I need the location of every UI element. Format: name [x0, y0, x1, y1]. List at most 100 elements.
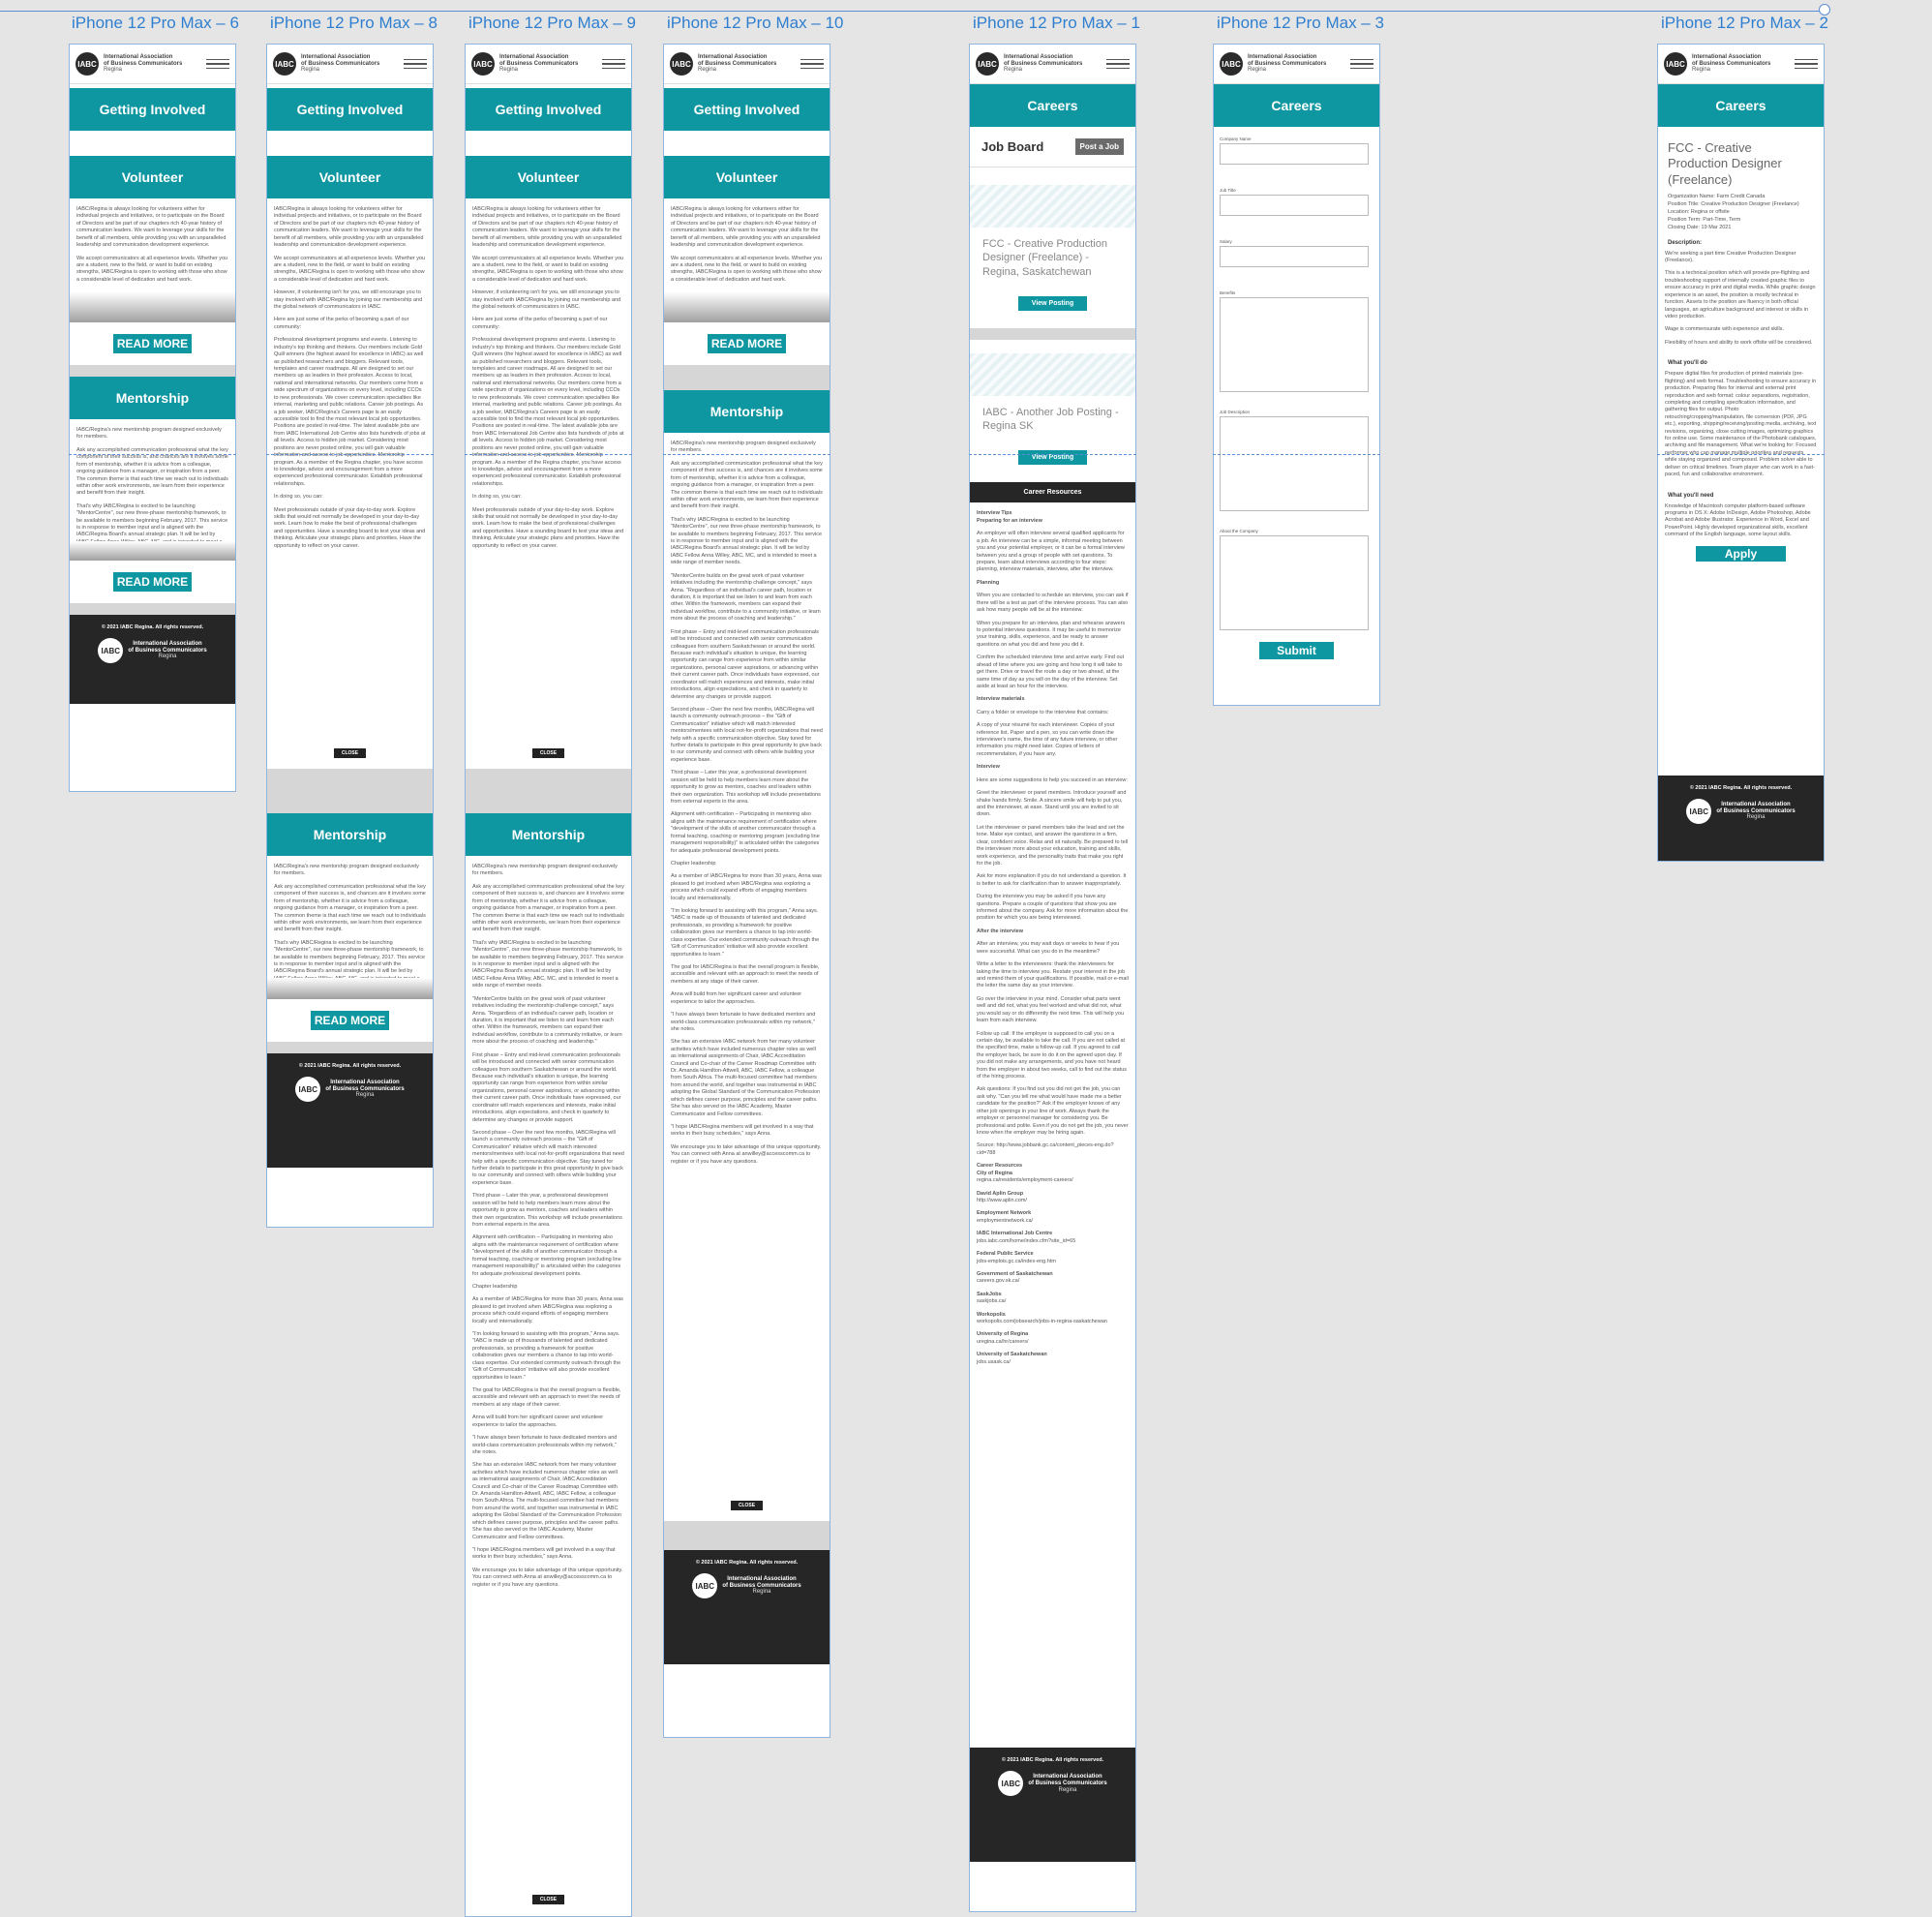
career-resources-text: Interview Tips Preparing for an intervie…: [977, 510, 1129, 1366]
iabc-logo[interactable]: IABC: [1220, 52, 1243, 76]
about-company-field[interactable]: [1220, 535, 1369, 630]
artboard-6: IABC International Association of Busines…: [69, 44, 236, 792]
resource-name: University of Regina: [977, 1331, 1029, 1338]
resource-url[interactable]: saskjobs.ca/: [977, 1298, 1129, 1305]
page-title: Careers: [1214, 84, 1379, 127]
artboard-2: IABC International Association of Busines…: [1657, 44, 1825, 862]
iabc-logo[interactable]: IABC: [471, 52, 495, 76]
section-title-mentorship: Mentorship: [664, 390, 830, 433]
job-title-field[interactable]: [1220, 195, 1369, 216]
resource-item[interactable]: City of Regina regina.ca/residents/employ…: [977, 1171, 1129, 1185]
submit-button[interactable]: Submit: [1259, 642, 1334, 659]
resource-name: Federal Public Service: [977, 1251, 1034, 1258]
resource-item[interactable]: SaskJobs saskjobs.ca/: [977, 1292, 1129, 1306]
artboard-label-9[interactable]: iPhone 12 Pro Max – 9: [468, 14, 636, 33]
iabc-logo[interactable]: IABC: [75, 52, 99, 76]
resource-name: University of Saskatchewan: [977, 1352, 1047, 1358]
section-title-volunteer: Volunteer: [466, 156, 631, 198]
page-title: Getting Involved: [466, 88, 631, 131]
hamburger-menu-icon[interactable]: [800, 56, 824, 73]
resource-item[interactable]: Employment Network employmentnetwork.ca/: [977, 1210, 1129, 1225]
resource-url[interactable]: jobs.iabc.com/home/index.cfm?site_id=65: [977, 1238, 1129, 1245]
close-button[interactable]: CLOSE: [531, 1895, 565, 1904]
close-button[interactable]: CLOSE: [730, 1501, 764, 1510]
resource-item[interactable]: University of Regina uregina.ca/hr/career…: [977, 1331, 1129, 1346]
iabc-logo[interactable]: IABC: [1664, 52, 1687, 76]
benefits-field[interactable]: [1220, 297, 1369, 392]
hamburger-menu-icon[interactable]: [206, 56, 229, 73]
resource-url[interactable]: careers.gov.sk.ca/: [977, 1278, 1129, 1285]
site-header: IABC International Association of Busines…: [1214, 45, 1379, 84]
iabc-logo: IABC: [295, 1077, 321, 1102]
site-footer: © 2021 IABC Regina. All rights reserved.…: [267, 1053, 433, 1168]
resource-name: Employment Network: [977, 1210, 1032, 1217]
page-title: Careers: [970, 84, 1135, 127]
iabc-logo[interactable]: IABC: [976, 52, 999, 76]
resource-url[interactable]: workopolis.com/jobsearch/jobs-in-regina-…: [977, 1319, 1129, 1325]
section-title-mentorship: Mentorship: [267, 813, 433, 856]
site-footer: © 2021 IABC Regina. All rights reserved.…: [664, 1550, 830, 1664]
resource-url[interactable]: http://www.aplin.com/: [977, 1198, 1129, 1204]
company-name-field[interactable]: [1220, 143, 1369, 165]
artboard-label-10[interactable]: iPhone 12 Pro Max – 10: [667, 14, 843, 33]
section-title-volunteer: Volunteer: [70, 156, 235, 198]
hamburger-menu-icon[interactable]: [1795, 56, 1818, 73]
job-image: [970, 352, 1135, 396]
view-posting-button[interactable]: View Posting: [1017, 295, 1088, 311]
read-more-button[interactable]: READ MORE: [310, 1011, 390, 1030]
site-footer: © 2021 IABC Regina. All rights reserved.…: [70, 615, 235, 704]
mentorship-text: IABC/Regina's new mentorship program des…: [76, 427, 228, 541]
read-more-button[interactable]: READ MORE: [112, 572, 193, 592]
resource-item[interactable]: IABC International Job Centre jobs.iabc.c…: [977, 1231, 1129, 1245]
resource-url[interactable]: jobs.usask.ca/: [977, 1359, 1129, 1366]
close-button[interactable]: CLOSE: [531, 748, 565, 758]
site-footer: © 2021 IABC Regina. All rights reserved.…: [970, 1748, 1135, 1863]
iabc-logo[interactable]: IABC: [273, 52, 296, 76]
close-button[interactable]: CLOSE: [333, 748, 367, 758]
artboard-label-1[interactable]: iPhone 12 Pro Max – 1: [973, 14, 1140, 33]
read-more-button[interactable]: READ MORE: [112, 334, 193, 353]
post-a-job-button[interactable]: Post a Job: [1074, 138, 1124, 155]
volunteer-text: IABC/Regina is always looking for volunt…: [472, 206, 624, 549]
resource-url[interactable]: jobs-emplois.gc.ca/index-eng.htm: [977, 1259, 1129, 1265]
hamburger-menu-icon[interactable]: [404, 56, 427, 73]
page-title: Getting Involved: [664, 88, 830, 131]
resource-url[interactable]: regina.ca/residents/employment-careers/: [977, 1177, 1129, 1184]
resource-item[interactable]: Workopolis workopolis.com/jobsearch/jobs-…: [977, 1312, 1129, 1326]
resource-url[interactable]: uregina.ca/hr/careers/: [977, 1339, 1129, 1346]
resource-url[interactable]: employmentnetwork.ca/: [977, 1218, 1129, 1225]
fold-guide: [1657, 454, 1825, 455]
resource-name: SaskJobs: [977, 1291, 1002, 1297]
site-footer: © 2021 IABC Regina. All rights reserved.…: [1658, 776, 1824, 861]
site-header: IABC International Association of Busines…: [664, 45, 830, 84]
artboard-label-3[interactable]: iPhone 12 Pro Max – 3: [1217, 14, 1384, 33]
resource-item[interactable]: David Aplin Group http://www.aplin.com/: [977, 1191, 1129, 1205]
artboard-label-6[interactable]: iPhone 12 Pro Max – 6: [72, 14, 239, 33]
read-more-button[interactable]: READ MORE: [707, 334, 787, 353]
section-title-mentorship: Mentorship: [70, 377, 235, 419]
view-posting-button[interactable]: View Posting: [1017, 450, 1088, 466]
artboard-3: IABC International Association of Busines…: [1213, 44, 1380, 706]
hamburger-menu-icon[interactable]: [602, 56, 625, 73]
job-meta: Organization Name: Farm Credit Canada Po…: [1668, 193, 1799, 230]
site-header: IABC International Association of Busines…: [70, 45, 235, 84]
site-header: IABC International Association of Busines…: [970, 45, 1135, 84]
site-header: IABC International Association of Busines…: [466, 45, 631, 84]
volunteer-text: IABC/Regina is always looking for volunt…: [671, 206, 823, 283]
artboard-label-8[interactable]: iPhone 12 Pro Max – 8: [270, 14, 438, 33]
section-title-volunteer: Volunteer: [664, 156, 830, 198]
resource-item[interactable]: Federal Public Service jobs-emplois.gc.ca…: [977, 1251, 1129, 1265]
hamburger-menu-icon[interactable]: [1350, 56, 1374, 73]
job-title: FCC - Creative Production Designer (Free…: [982, 238, 1107, 278]
resource-item[interactable]: Government of Saskatchewan careers.gov.sk…: [977, 1271, 1129, 1286]
artboard-9: IABC International Association of Busines…: [465, 44, 632, 1917]
hamburger-menu-icon[interactable]: [1106, 56, 1130, 73]
fold-guide: [969, 454, 1136, 455]
resource-item[interactable]: University of Saskatchewan jobs.usask.ca/: [977, 1352, 1129, 1366]
fold-guide: [663, 454, 830, 455]
artboard-label-2[interactable]: iPhone 12 Pro Max – 2: [1661, 14, 1828, 33]
apply-button[interactable]: Apply: [1695, 545, 1787, 562]
job-description-field[interactable]: [1220, 416, 1369, 511]
iabc-logo[interactable]: IABC: [670, 52, 693, 76]
salary-field[interactable]: [1220, 246, 1369, 267]
